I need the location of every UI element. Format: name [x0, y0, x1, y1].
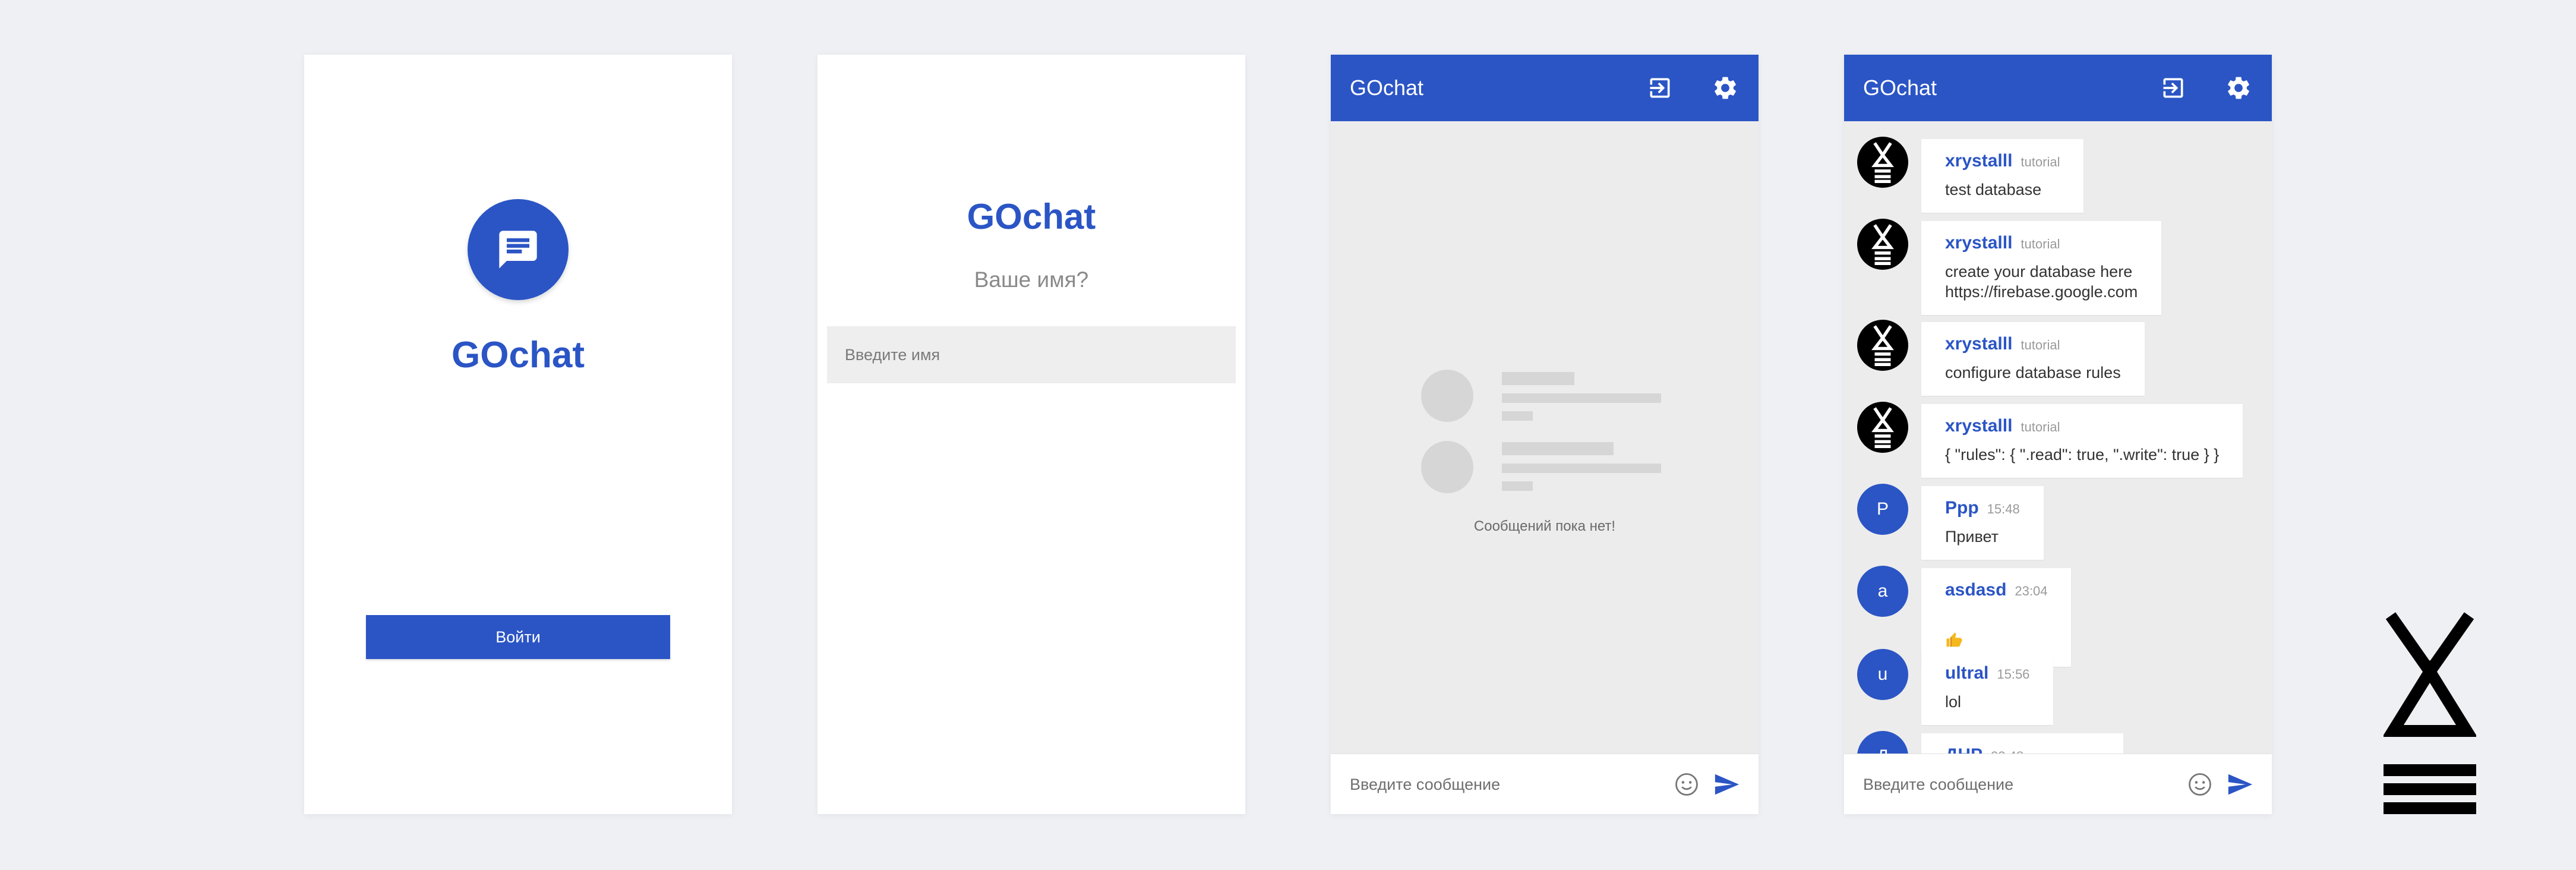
- message-author[interactable]: ДНР: [1945, 745, 1982, 754]
- message-composer: [1331, 754, 1759, 814]
- message-time: tutorial: [2021, 420, 2060, 434]
- exit-to-app-icon: [1650, 78, 1670, 98]
- avatar[interactable]: Д: [1857, 731, 1908, 754]
- showcase: GOchat Войти GOchat Ваше имя? GOchat: [0, 0, 2576, 870]
- name-question: Ваше имя?: [974, 267, 1089, 292]
- message-item: xrystalll tutorial { "rules": { ".read": …: [1844, 386, 2272, 478]
- emoji-button[interactable]: [2186, 771, 2214, 798]
- message-item: P Ppp 15:48 Привет: [1844, 468, 2272, 560]
- message-time: tutorial: [2021, 338, 2060, 352]
- message-item: xrystalll tutorial create your database h…: [1844, 203, 2272, 315]
- xrystalll-logo-icon: [1871, 325, 1894, 366]
- send-button[interactable]: [2224, 770, 2255, 799]
- message-input[interactable]: [1350, 770, 1659, 799]
- name-screen: GOchat Ваше имя?: [817, 55, 1245, 814]
- message-bubble: ДНР 22:48: [1921, 733, 2123, 754]
- xrystalll-logo-icon: [1871, 407, 1894, 448]
- message-author[interactable]: asdasd: [1945, 580, 2006, 600]
- name-input[interactable]: [827, 326, 1236, 383]
- chat-screen: GOchat xrystalll tutorial test database …: [1844, 55, 2272, 814]
- message-author[interactable]: xrystalll: [1945, 416, 2012, 436]
- message-text: lol: [1945, 693, 1962, 711]
- message-list[interactable]: xrystalll tutorial test database xrystall…: [1844, 121, 2272, 754]
- send-icon: [2228, 774, 2253, 795]
- empty-state-text: Сообщений пока нет!: [1473, 518, 1616, 534]
- app-bar-title: GOchat: [1350, 75, 1424, 100]
- message-time: tutorial: [2021, 237, 2060, 251]
- message-item: a asdasd 23:04: [1844, 550, 2272, 667]
- app-bar-title: GOchat: [1863, 75, 1937, 100]
- app-title: GOchat: [452, 335, 585, 376]
- settings-button[interactable]: [1710, 72, 1741, 103]
- message-bubble: xrystalll tutorial create your database h…: [1921, 221, 2162, 315]
- gear-icon: [1715, 77, 1736, 99]
- xrystalll-logo-icon: [1871, 142, 1894, 183]
- empty-chat-screen: GOchat Сообщений пока нет! Введите сообщ…: [1331, 55, 1759, 814]
- message-author[interactable]: Ppp: [1945, 498, 1979, 518]
- message-item: xrystalll tutorial test database: [1844, 121, 2272, 213]
- message-bubble: xrystalll tutorial { "rules": { ".read": …: [1921, 404, 2243, 478]
- message-bubble: xrystalll tutorial test database: [1921, 139, 2084, 213]
- avatar[interactable]: [1857, 320, 1908, 371]
- chat-bubble-icon: [499, 231, 537, 269]
- avatar[interactable]: [1857, 219, 1908, 270]
- message-bubble: ultral 15:56 lol: [1921, 651, 2054, 725]
- app-bar: GOchat: [1331, 55, 1759, 121]
- login-screen: GOchat Войти: [304, 55, 732, 814]
- avatar[interactable]: [1857, 402, 1908, 453]
- message-time: 15:48: [1987, 502, 2020, 516]
- message-text: { "rules": { ".read": true, ".write": tr…: [1945, 446, 2220, 464]
- message-bubble: xrystalll tutorial configure database rul…: [1921, 322, 2145, 396]
- app-logo: [468, 199, 569, 300]
- message-list-empty: Сообщений пока нет!: [1331, 121, 1759, 754]
- message-author[interactable]: xrystalll: [1945, 233, 2012, 253]
- exit-to-app-icon: [2163, 78, 2183, 98]
- emoji-button[interactable]: [1673, 771, 1700, 798]
- smiley-icon: [2189, 773, 2211, 796]
- message-bubble: Ppp 15:48 Привет: [1921, 486, 2044, 560]
- message-item: u ultral 15:56 lol: [1844, 633, 2272, 725]
- avatar[interactable]: [1857, 137, 1908, 188]
- message-text: create your database here https://fireba…: [1945, 263, 2138, 301]
- message-author[interactable]: xrystalll: [1945, 151, 2012, 171]
- app-bar: GOchat: [1844, 55, 2272, 121]
- xrystalll-logo-icon: [2384, 612, 2476, 814]
- message-time: 22:48: [1991, 749, 2023, 754]
- exit-button[interactable]: [1644, 72, 1675, 103]
- gear-icon: [2228, 77, 2249, 99]
- login-button[interactable]: Войти: [366, 615, 670, 659]
- xrystalll-logo-icon: [1871, 224, 1894, 265]
- smiley-icon: [1675, 773, 1698, 796]
- avatar[interactable]: a: [1857, 566, 1908, 617]
- message-input[interactable]: [1863, 770, 2172, 799]
- message-text: Привет: [1945, 528, 1999, 546]
- app-title: GOchat: [967, 197, 1096, 237]
- send-button[interactable]: [1711, 770, 1742, 799]
- settings-button[interactable]: [2223, 72, 2254, 103]
- message-item: xrystalll tutorial configure database rul…: [1844, 304, 2272, 396]
- message-time: 15:56: [1997, 667, 2030, 682]
- avatar[interactable]: u: [1857, 649, 1908, 700]
- message-time: 23:04: [2015, 584, 2048, 598]
- message-text: configure database rules: [1945, 364, 2121, 382]
- exit-button[interactable]: [2158, 72, 2189, 103]
- message-author[interactable]: xrystalll: [1945, 334, 2012, 354]
- message-author[interactable]: ultral: [1945, 663, 1988, 683]
- empty-state-illustration: [1421, 370, 1671, 512]
- avatar[interactable]: P: [1857, 484, 1908, 535]
- message-time: tutorial: [2021, 155, 2060, 169]
- message-composer: [1844, 754, 2272, 814]
- message-text: test database: [1945, 181, 2042, 198]
- send-icon: [1715, 774, 1740, 795]
- message-item: Д ДНР 22:48: [1844, 715, 2272, 754]
